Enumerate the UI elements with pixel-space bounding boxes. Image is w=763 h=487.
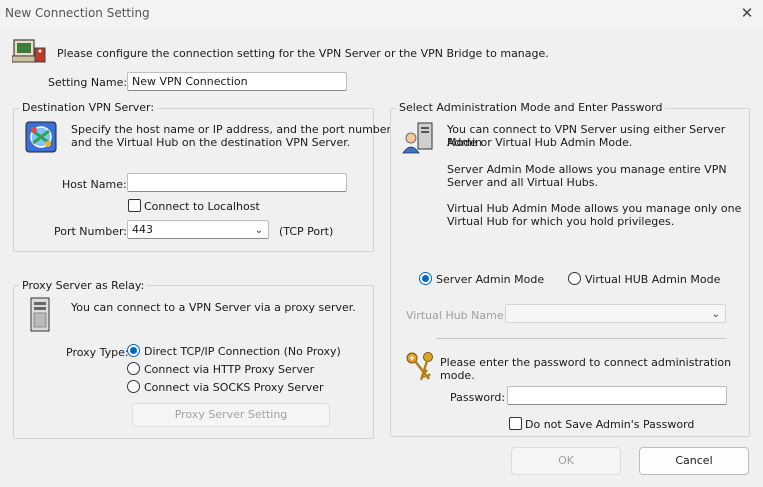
admin-desc-3a: Virtual Hub Admin Mode allows you manage… [447, 202, 742, 215]
port-number-value: 443 [132, 223, 153, 236]
setting-name-input[interactable]: New VPN Connection [127, 72, 347, 91]
cancel-button[interactable]: Cancel [639, 447, 749, 475]
no-save-password-checkbox[interactable] [509, 417, 522, 430]
admin-desc-3b: Virtual Hub for which you hold privilege… [447, 215, 675, 228]
localhost-label[interactable]: Connect to Localhost [144, 200, 260, 213]
proxy-radio-direct[interactable] [127, 344, 140, 357]
hub-admin-mode-radio[interactable] [568, 272, 581, 285]
proxy-type-label: Proxy Type: [66, 346, 129, 359]
port-number-label: Port Number: [54, 225, 128, 238]
hub-admin-mode-label[interactable]: Virtual HUB Admin Mode [585, 273, 720, 286]
port-suffix: (TCP Port) [279, 225, 334, 238]
destination-legend: Destination VPN Server: [19, 101, 158, 114]
admin-separator [436, 338, 726, 339]
setting-name-label: Setting Name: [48, 76, 128, 89]
password-prompt: Please enter the password to connect adm… [440, 356, 732, 382]
computer-icon [11, 36, 46, 66]
password-input[interactable] [507, 386, 727, 405]
port-number-select[interactable]: 443 ⌄ [127, 220, 269, 239]
destination-desc-2: and the Virtual Hub on the destination V… [71, 136, 351, 149]
host-name-label: Host Name: [62, 178, 127, 191]
host-name-input[interactable] [127, 173, 347, 192]
destination-desc-1: Specify the host name or IP address, and… [71, 123, 392, 136]
chevron-down-icon: ⌄ [711, 309, 720, 320]
password-label: Password: [450, 391, 506, 404]
localhost-checkbox[interactable] [128, 199, 141, 212]
proxy-option-http[interactable]: Connect via HTTP Proxy Server [144, 363, 314, 376]
proxy-legend: Proxy Server as Relay: [19, 279, 148, 292]
server-admin-mode-radio[interactable] [419, 272, 432, 285]
proxy-radio-http[interactable] [127, 362, 140, 375]
hub-name-label: Virtual Hub Name: [406, 309, 508, 322]
proxy-option-direct[interactable]: Direct TCP/IP Connection (No Proxy) [144, 345, 341, 358]
intro-text: Please configure the connection setting … [57, 47, 549, 60]
admin-desc-2a: Server Admin Mode allows you manage enti… [447, 163, 727, 176]
title-bar: New Connection Setting ✕ [0, 0, 763, 28]
no-save-password-label[interactable]: Do not Save Admin's Password [525, 418, 694, 431]
admin-legend: Select Administration Mode and Enter Pas… [396, 101, 666, 114]
server-admin-mode-label[interactable]: Server Admin Mode [436, 273, 544, 286]
hub-name-select[interactable]: ⌄ [505, 304, 726, 323]
window-title: New Connection Setting [5, 6, 150, 20]
chevron-down-icon: ⌄ [254, 225, 263, 236]
keys-icon [403, 349, 437, 383]
network-globe-icon [25, 121, 57, 153]
proxy-option-socks[interactable]: Connect via SOCKS Proxy Server [144, 381, 324, 394]
proxy-setting-button[interactable]: Proxy Server Setting [132, 403, 330, 427]
ok-button[interactable]: OK [511, 447, 621, 475]
proxy-radio-socks[interactable] [127, 380, 140, 393]
proxy-desc: You can connect to a VPN Server via a pr… [71, 301, 356, 314]
admin-desc-1b: Mode or Virtual Hub Admin Mode. [447, 136, 633, 149]
admin-desc-2b: Server and all Virtual Hubs. [447, 176, 599, 189]
close-icon[interactable]: ✕ [738, 4, 756, 22]
server-tower-icon [27, 297, 53, 333]
users-server-icon [402, 122, 436, 154]
